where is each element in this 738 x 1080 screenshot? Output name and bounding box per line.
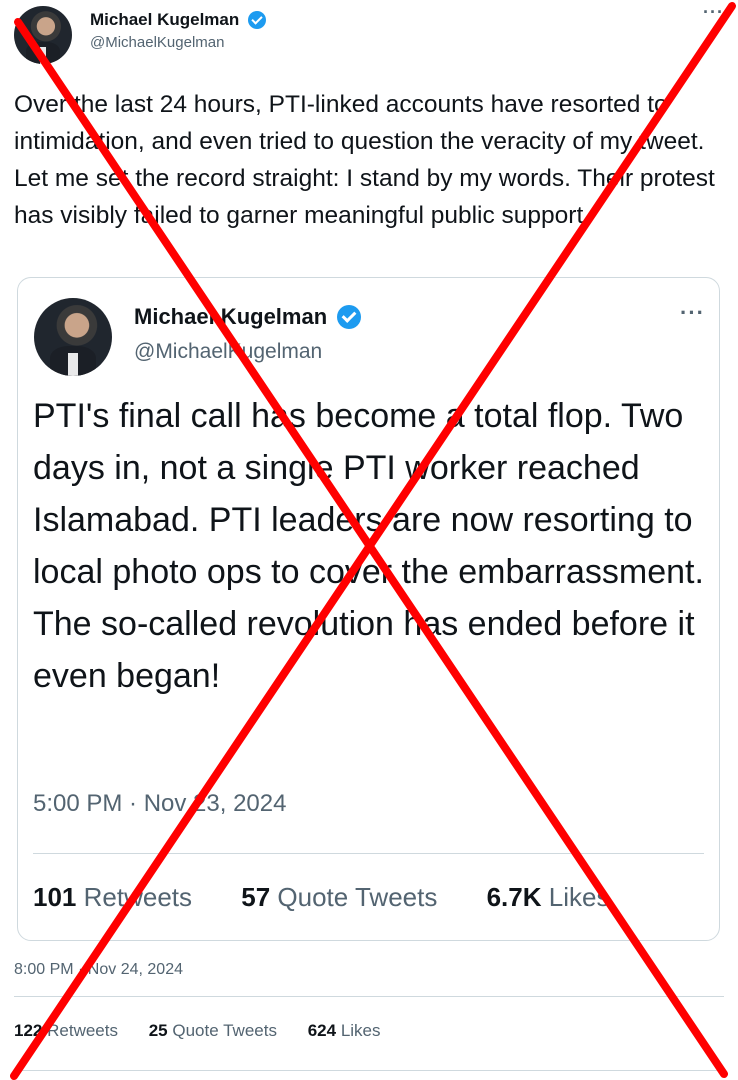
- divider: [33, 853, 704, 854]
- likes-label: Likes: [548, 882, 610, 912]
- author-block: Michael Kugelman @MichaelKugelman: [90, 10, 266, 51]
- verified-badge-icon: [336, 305, 361, 329]
- likes-stat[interactable]: 6.7K Likes: [487, 882, 610, 913]
- quoted-author-handle[interactable]: @MichaelKugelman: [134, 340, 361, 364]
- avatar-shirt: [39, 46, 47, 64]
- retweets-label: Retweets: [47, 1021, 118, 1040]
- quoted-stats-bar: 101 Retweets 57 Quote Tweets 6.7K Likes: [33, 882, 651, 913]
- retweets-count: 122: [14, 1021, 43, 1040]
- likes-count: 624: [307, 1021, 337, 1040]
- likes-label: Likes: [340, 1021, 381, 1040]
- quoted-avatar[interactable]: [34, 298, 112, 376]
- retweets-count: 101: [33, 882, 77, 912]
- outer-tweet-header: Michael Kugelman @MichaelKugelman ···: [14, 2, 724, 66]
- quote-tweets-stat[interactable]: 25 Quote Tweets: [149, 1021, 277, 1041]
- retweets-stat[interactable]: 122 Retweets: [14, 1021, 118, 1041]
- quoted-tweet-card[interactable]: Michael Kugelman @MichaelKugelman ··· PT…: [17, 277, 720, 941]
- likes-count: 6.7K: [486, 882, 542, 912]
- quote-tweets-stat[interactable]: 57 Quote Tweets: [241, 882, 437, 913]
- quote-tweets-label: Quote Tweets: [277, 882, 438, 912]
- quote-tweets-count: 57: [241, 882, 271, 912]
- author-handle[interactable]: @MichaelKugelman: [90, 34, 266, 51]
- tweet-timestamp[interactable]: 8:00 PM · Nov 24, 2024: [14, 961, 183, 979]
- more-options-icon[interactable]: ···: [680, 300, 705, 326]
- quoted-author-name[interactable]: Michael Kugelman: [134, 304, 327, 330]
- verified-badge-icon: [247, 11, 266, 29]
- quote-tweets-count: 25: [148, 1021, 168, 1040]
- likes-stat[interactable]: 624 Likes: [308, 1021, 381, 1041]
- retweets-label: Retweets: [83, 882, 193, 912]
- tweet-stats-bar: 122 Retweets 25 Quote Tweets 624 Likes: [14, 1021, 407, 1041]
- quoted-timestamp[interactable]: 5:00 PM · Nov 23, 2024: [33, 790, 286, 818]
- avatar[interactable]: [14, 6, 72, 64]
- divider: [14, 996, 724, 997]
- quote-tweets-label: Quote Tweets: [172, 1021, 277, 1040]
- avatar-shirt: [68, 352, 78, 376]
- author-name[interactable]: Michael Kugelman: [90, 10, 239, 30]
- quoted-tweet-text: PTI's final call has become a total flop…: [33, 397, 704, 695]
- tweet-text: Over the last 24 hours, PTI-linked accou…: [14, 91, 715, 229]
- divider: [14, 1070, 724, 1071]
- retweets-stat[interactable]: 101 Retweets: [33, 882, 192, 913]
- quoted-author-block: Michael Kugelman @MichaelKugelman: [134, 304, 361, 364]
- more-options-icon[interactable]: ···: [703, 2, 724, 23]
